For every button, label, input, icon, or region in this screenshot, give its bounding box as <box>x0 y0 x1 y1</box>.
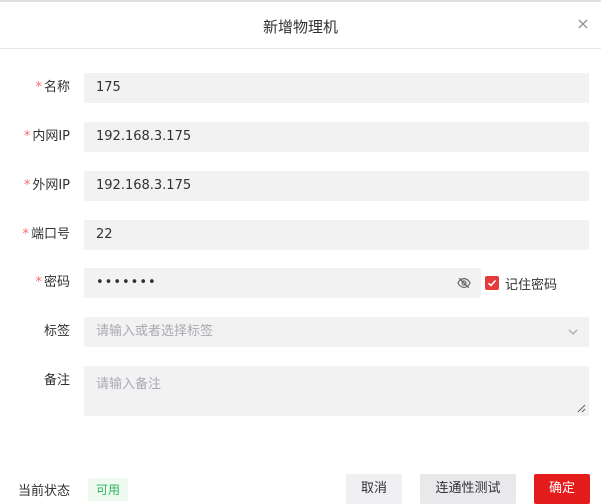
external-ip-value: 192.168.3.175 <box>96 178 192 193</box>
add-physical-machine-dialog: 新增物理机 × * 名称 175 * 内网IP 192.168.3.175 * 外网I… <box>0 0 601 504</box>
dialog-header: 新增物理机 × <box>0 2 601 49</box>
tags-placeholder: 请输入或者选择标签 <box>96 324 214 339</box>
required-mark: * <box>23 129 31 144</box>
password-input[interactable]: ••••••• <box>84 268 481 298</box>
remark-placeholder: 请输入备注 <box>96 377 162 392</box>
remark-label: 备注 <box>43 373 70 388</box>
required-mark: * <box>35 275 42 290</box>
internal-ip-label: * 内网IP <box>23 129 70 144</box>
name-label: * 名称 <box>35 80 70 95</box>
port-label: * 端口号 <box>22 227 70 242</box>
remark-textarea[interactable]: 请输入备注 <box>84 366 589 416</box>
resize-handle-icon[interactable] <box>577 404 586 413</box>
port-input[interactable]: 22 <box>84 220 589 250</box>
remember-password-checkbox[interactable]: 记住密码 <box>485 268 557 298</box>
chevron-down-icon[interactable] <box>567 326 579 338</box>
status-badge: 可用 <box>88 478 129 501</box>
checkbox-checked-icon <box>485 276 499 290</box>
status-area: 当前状态 可用 <box>18 478 129 501</box>
tags-select[interactable]: 请输入或者选择标签 <box>84 317 589 347</box>
name-input[interactable]: 175 <box>84 73 589 103</box>
required-mark: * <box>23 178 31 193</box>
required-mark: * <box>22 227 29 242</box>
tags-label: 标签 <box>43 324 70 339</box>
port-value: 22 <box>96 227 113 242</box>
cancel-button[interactable]: 取消 <box>346 474 402 504</box>
status-label: 当前状态 <box>18 484 71 499</box>
password-label: * 密码 <box>35 275 70 290</box>
required-mark: * <box>35 80 42 95</box>
connectivity-test-button[interactable]: 连通性测试 <box>420 474 516 504</box>
name-value: 175 <box>96 80 121 95</box>
confirm-button[interactable]: 确定 <box>534 474 590 504</box>
external-ip-input[interactable]: 192.168.3.175 <box>84 171 589 201</box>
eye-slash-icon[interactable] <box>457 276 471 290</box>
internal-ip-value: 192.168.3.175 <box>96 129 192 144</box>
dialog-title: 新增物理机 <box>262 18 338 36</box>
external-ip-label: * 外网IP <box>23 178 70 193</box>
internal-ip-input[interactable]: 192.168.3.175 <box>84 122 589 152</box>
remember-password-label: 记住密码 <box>505 277 558 293</box>
password-value: ••••••• <box>96 275 157 290</box>
close-icon[interactable]: × <box>575 16 591 32</box>
